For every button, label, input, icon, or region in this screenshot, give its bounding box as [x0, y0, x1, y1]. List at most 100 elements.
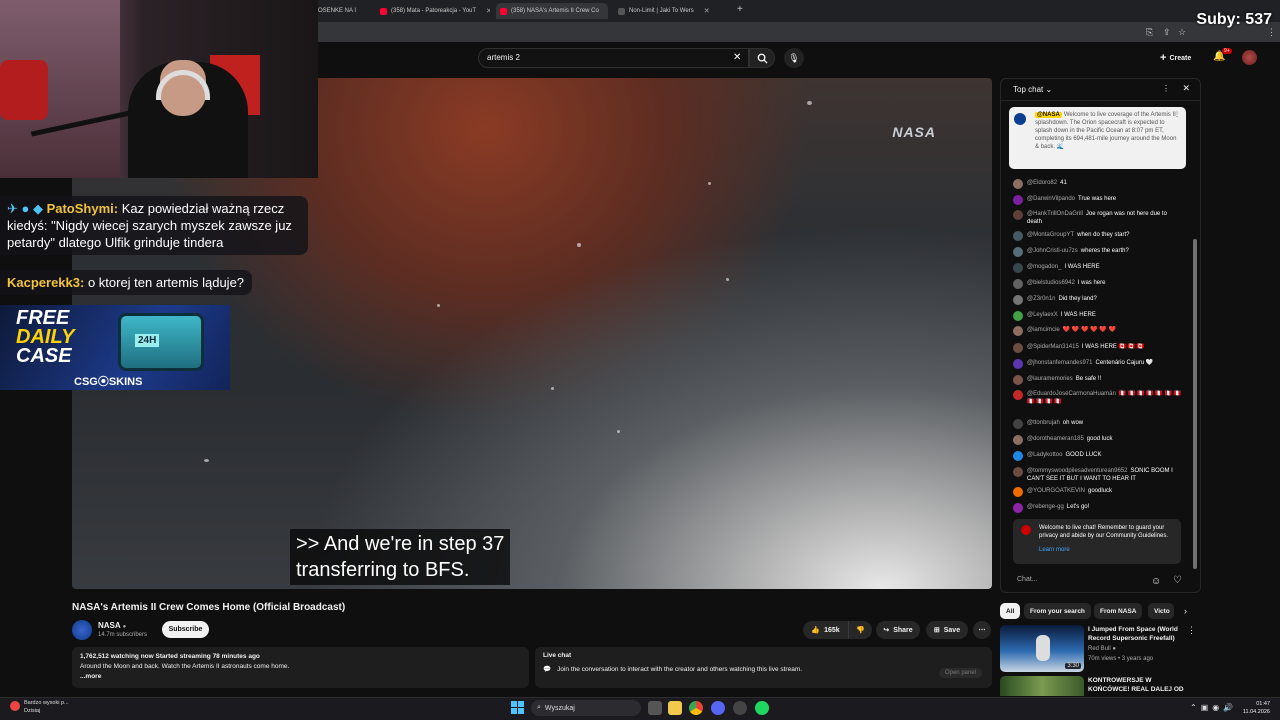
account-avatar[interactable]: [1242, 50, 1257, 65]
chat-author[interactable]: @bielstudios6942: [1027, 280, 1075, 286]
new-tab-icon[interactable]: +: [737, 5, 743, 15]
video-thumbnail[interactable]: 3:30: [1000, 625, 1084, 672]
share-page-icon[interactable]: ⇪: [1163, 28, 1171, 37]
chat-author[interactable]: @HankTrillOnDaGrill: [1027, 211, 1083, 217]
close-icon[interactable]: ✕: [1182, 83, 1190, 94]
chat-author-avatar[interactable]: [1013, 326, 1023, 336]
task-view-icon[interactable]: [648, 701, 662, 715]
chat-author[interactable]: @Z3r0n1n: [1027, 296, 1055, 302]
chip-all[interactable]: All: [1000, 603, 1021, 619]
emoji-icon[interactable]: ☺: [1151, 576, 1161, 587]
chat-author[interactable]: @dorotheameran185: [1027, 436, 1084, 442]
clear-search-icon[interactable]: ✕: [733, 53, 741, 63]
taskbar-search[interactable]: ⌕ Wyszukaj: [531, 700, 641, 716]
browser-menu-icon[interactable]: ⋮: [1267, 28, 1276, 37]
chat-author-avatar[interactable]: [1013, 210, 1023, 220]
chat-author-avatar[interactable]: [1013, 247, 1023, 257]
top-chat-dropdown[interactable]: Top chat ⌄: [1013, 85, 1052, 94]
chat-author[interactable]: @EduardoJoséCarmonaHuamán: [1027, 391, 1116, 397]
chat-author-avatar[interactable]: [1013, 375, 1023, 385]
chip-from-your-search[interactable]: From your search: [1024, 603, 1091, 619]
spotify-icon[interactable]: [755, 701, 769, 715]
search-input[interactable]: artemis 2: [478, 48, 749, 68]
video-thumbnail[interactable]: [1000, 676, 1084, 696]
chat-author[interactable]: @LeylaexX: [1027, 312, 1058, 318]
chrome-icon[interactable]: [689, 701, 703, 715]
chat-author[interactable]: @iamcimcie: [1027, 327, 1060, 333]
browser-tab[interactable]: Non-Limit | Jaki To Wers ✕: [618, 3, 730, 19]
weather-widget[interactable]: Bardzo wysoki p... Dzisiaj: [10, 699, 69, 715]
chip-victo[interactable]: Victo: [1148, 603, 1174, 619]
subscribe-button[interactable]: Subscribe: [162, 621, 209, 638]
chat-author-avatar[interactable]: [1013, 503, 1023, 513]
browser-tab[interactable]: OSENKE NA I✕: [318, 3, 366, 19]
chat-author[interactable]: @SpiderMan31415: [1027, 344, 1079, 350]
channel-avatar[interactable]: [72, 620, 92, 640]
dislike-button[interactable]: 👎: [848, 621, 872, 639]
chat-author[interactable]: @tommyswoodpilesadventurean9652: [1027, 468, 1127, 474]
chat-author-avatar[interactable]: [1013, 487, 1023, 497]
chat-author-avatar[interactable]: [1013, 451, 1023, 461]
chat-author[interactable]: @jhonstanfernandes971: [1027, 360, 1092, 366]
chat-author[interactable]: @mogadon_: [1027, 264, 1061, 270]
close-icon[interactable]: ✕: [704, 7, 710, 15]
chat-author-avatar[interactable]: [1013, 263, 1023, 273]
chat-author[interactable]: @Eldoro82: [1027, 180, 1057, 186]
taskbar-clock[interactable]: 01:47 11.04.2026: [1243, 700, 1270, 716]
share-button[interactable]: ↪ Share: [876, 621, 920, 639]
chat-author[interactable]: @YOURGOATKEVIN: [1027, 488, 1085, 494]
chat-author[interactable]: @MontaGroupYT: [1027, 232, 1074, 238]
chat-author-avatar[interactable]: [1013, 179, 1023, 189]
create-button[interactable]: + Create: [1160, 49, 1191, 67]
chat-author-avatar[interactable]: [1013, 279, 1023, 289]
chat-input[interactable]: Chat...: [1009, 574, 1154, 588]
chevron-right-icon[interactable]: ›: [1184, 606, 1187, 616]
chat-menu-icon[interactable]: ⋮: [1162, 84, 1170, 93]
chat-author[interactable]: @ttonbrujah: [1027, 420, 1060, 426]
recommended-video[interactable]: KONTROWERSJE W KOŃCÓWCE! REAL DALEJ OD .…: [1000, 676, 1190, 696]
chat-author[interactable]: @JohnCristi-uu7zs: [1027, 248, 1078, 254]
pinned-menu-icon[interactable]: ⋮: [1174, 111, 1180, 119]
recommended-title[interactable]: KONTROWERSJE W KOŃCÓWCE! REAL DALEJ OD .…: [1088, 676, 1186, 696]
browser-tab-active[interactable]: (358) NASA's Artemis II Crew Co✕: [496, 3, 608, 19]
chat-author[interactable]: @lauramemories: [1027, 376, 1073, 382]
file-explorer-icon[interactable]: [668, 701, 682, 715]
video-description[interactable]: 1,762,512 watching now Started streaming…: [72, 647, 529, 688]
save-button[interactable]: ⊞ Save: [926, 621, 968, 639]
chat-author-avatar[interactable]: [1013, 467, 1023, 477]
channel-name[interactable]: NASA ●: [98, 621, 126, 630]
chat-scrollbar[interactable]: [1193, 239, 1197, 569]
chat-author-avatar[interactable]: [1013, 311, 1023, 321]
more-vertical-icon[interactable]: ⋮: [1187, 625, 1196, 636]
chat-author-avatar[interactable]: [1013, 435, 1023, 445]
voice-search-button[interactable]: 🎙: [784, 48, 804, 68]
obs-icon[interactable]: [733, 701, 747, 715]
recommended-video[interactable]: 3:30 I Jumped From Space (World Record S…: [1000, 625, 1196, 673]
chat-author-avatar[interactable]: [1013, 295, 1023, 305]
open-panel-button[interactable]: Open panel: [938, 668, 982, 678]
learn-more-link[interactable]: Learn more: [1039, 546, 1175, 554]
chat-author-avatar[interactable]: [1013, 343, 1023, 353]
chip-from-nasa[interactable]: From NASA: [1094, 603, 1143, 619]
translate-icon[interactable]: ⎘: [1146, 28, 1153, 37]
system-tray-icons[interactable]: ⌃▣◉🔊: [1190, 703, 1237, 712]
like-button[interactable]: 👍 165k: [803, 621, 848, 639]
browser-tab[interactable]: (358) Mata - Patoreakcja - YouT ✕: [380, 3, 490, 19]
more-actions-button[interactable]: ⋯: [973, 621, 991, 639]
chat-author[interactable]: @Ladykottoo: [1027, 452, 1062, 458]
chat-author[interactable]: @rebenge-gg: [1027, 504, 1064, 510]
description-more-link[interactable]: ...more: [80, 672, 521, 682]
chat-author-avatar[interactable]: [1013, 419, 1023, 429]
chat-author-avatar[interactable]: [1013, 231, 1023, 241]
windows-start-icon[interactable]: [511, 701, 524, 714]
chat-author-avatar[interactable]: [1013, 195, 1023, 205]
heart-reaction-icon[interactable]: ♡: [1173, 575, 1182, 586]
chat-author-avatar[interactable]: [1013, 390, 1023, 400]
chat-author[interactable]: @DarwinVilpando: [1027, 196, 1075, 202]
bookmark-star-icon[interactable]: ☆: [1178, 28, 1186, 37]
recommended-title[interactable]: I Jumped From Space (World Record Supers…: [1088, 625, 1186, 643]
search-button[interactable]: [749, 48, 775, 68]
discord-icon[interactable]: [711, 701, 725, 715]
close-icon[interactable]: ✕: [486, 7, 490, 15]
more-vertical-icon[interactable]: ⋮: [1187, 676, 1190, 687]
